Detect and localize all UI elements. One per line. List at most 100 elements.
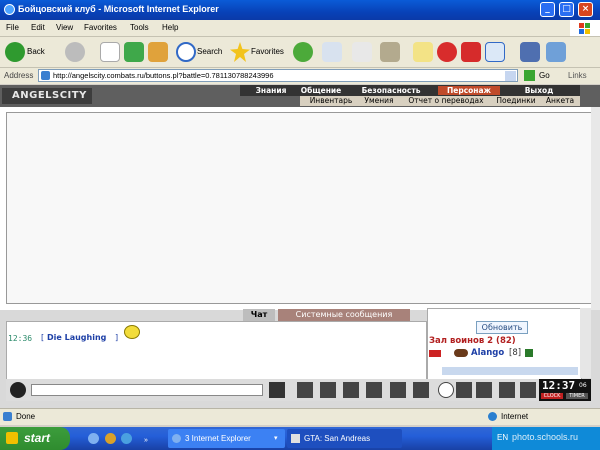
logo-area: ANGELSCITY — [2, 88, 92, 104]
send-icon[interactable] — [269, 382, 285, 398]
home-icon[interactable] — [148, 42, 168, 62]
player-info-icon[interactable] — [525, 349, 533, 357]
nav-obshchenie[interactable]: Общение — [296, 86, 346, 95]
search-icon[interactable] — [176, 42, 196, 62]
menu-edit[interactable]: Edit — [31, 23, 45, 32]
menu-tools[interactable]: Tools — [130, 23, 149, 32]
address-dropdown-icon[interactable] — [505, 71, 516, 81]
chat-bracket-close: ] — [115, 333, 119, 342]
quicklaunch-desktop-icon[interactable] — [121, 433, 132, 444]
lock-icon[interactable] — [456, 382, 472, 398]
side-h-scrollbar[interactable] — [442, 367, 578, 375]
eraser-icon[interactable] — [297, 382, 313, 398]
status-text: Done — [16, 412, 36, 421]
task-internet-explorer[interactable]: 3 Internet Explorer ▾ — [168, 429, 285, 448]
site-header: ANGELSCITY Знания Общение Безопасность П… — [0, 85, 600, 107]
menu-view[interactable]: View — [56, 23, 73, 32]
side-v-scrollbar[interactable] — [580, 308, 591, 378]
messenger-icon[interactable] — [485, 42, 505, 62]
search-label[interactable]: Search — [197, 47, 222, 56]
quicklaunch-more-icon[interactable]: » — [144, 437, 148, 444]
chat-log: 12:36 [ Die Laughing ] — [6, 321, 427, 381]
language-indicator[interactable]: EN — [497, 433, 508, 442]
chat-input[interactable] — [31, 384, 263, 396]
quicklaunch-media-icon[interactable] — [105, 433, 116, 444]
red-app-icon[interactable] — [461, 42, 481, 62]
hand-icon[interactable] — [413, 382, 429, 398]
forward-arrow-icon[interactable] — [65, 42, 85, 62]
clock-time: 12:37 — [542, 379, 576, 392]
menu-bar: File Edit View Favorites Tools Help — [0, 20, 600, 37]
address-label: Address — [4, 71, 34, 80]
arrow-icon — [429, 350, 441, 357]
nav-bezopasnost[interactable]: Безопасность — [350, 86, 432, 95]
clock-date: 06 — [579, 382, 587, 389]
nav-umeniya[interactable]: Умения — [360, 96, 398, 105]
close-button[interactable]: × — [578, 2, 593, 17]
maximize-button[interactable]: □ — [559, 2, 574, 17]
go-button[interactable]: Go — [539, 71, 550, 80]
back-arrow-icon[interactable] — [5, 42, 25, 62]
ie-logo-icon — [4, 4, 15, 15]
back-label[interactable]: Back — [27, 47, 45, 56]
globe-icon — [488, 412, 497, 421]
minimize-button[interactable]: _ — [540, 2, 555, 17]
clock-badge: CLOCK — [541, 393, 563, 399]
address-input[interactable]: http://angelscity.combats.ru/buttons.pl?… — [38, 69, 518, 82]
edit-icon[interactable] — [380, 42, 400, 62]
bag-icon[interactable] — [499, 382, 515, 398]
links-label[interactable]: Links — [568, 71, 587, 80]
nav-znaniya[interactable]: Знания — [248, 86, 294, 95]
menu-favorites[interactable]: Favorites — [84, 23, 117, 32]
chat-username[interactable]: Die Laughing — [47, 333, 106, 342]
status-bar: Done Internet — [0, 408, 600, 425]
smiley-icon[interactable] — [438, 382, 454, 398]
fighter-icon[interactable] — [366, 382, 382, 398]
quicklaunch-ie-icon[interactable] — [88, 433, 99, 444]
nav-inventar[interactable]: Инвентарь — [305, 96, 357, 105]
taskbar: start » 3 Internet Explorer ▾ GTA: San A… — [0, 427, 600, 450]
nav-poedinki[interactable]: Поединки — [492, 96, 540, 105]
nav-otchet[interactable]: Отчет о переводах — [402, 96, 490, 105]
favorites-star-icon[interactable] — [230, 42, 250, 62]
refresh-icon[interactable] — [124, 42, 144, 62]
users-icon[interactable] — [546, 42, 566, 62]
task-ie-label: 3 Internet Explorer — [185, 434, 251, 443]
history-icon[interactable] — [293, 42, 313, 62]
address-bar: Address http://angelscity.combats.ru/but… — [0, 68, 600, 84]
windows-logo-icon — [570, 20, 600, 36]
exit-icon[interactable] — [520, 382, 536, 398]
timer-badge: TIMER — [566, 393, 588, 399]
task-gta-label: GTA: San Andreas — [304, 434, 371, 443]
beast-icon — [454, 349, 468, 357]
nav-anketa[interactable]: Анкета — [542, 96, 578, 105]
window-title: Бойцовский клуб - Microsoft Internet Exp… — [18, 4, 219, 14]
site-logo: ANGELSCITY — [12, 90, 87, 101]
money-bag-icon[interactable] — [476, 382, 492, 398]
nav-personazh[interactable]: Персонаж — [438, 86, 500, 95]
research-icon[interactable] — [520, 42, 540, 62]
favorites-label[interactable]: Favorites — [251, 47, 284, 56]
stop-icon[interactable] — [100, 42, 120, 62]
mail-icon[interactable] — [322, 42, 342, 62]
player-name[interactable]: Alango — [471, 348, 504, 358]
filter-icon[interactable] — [320, 382, 336, 398]
go-arrow-icon[interactable] — [524, 70, 535, 81]
page-scrollbar[interactable] — [591, 107, 600, 310]
nav-vykhod[interactable]: Выход — [504, 86, 574, 95]
stop-sign-icon[interactable] — [437, 42, 457, 62]
start-button[interactable]: start — [0, 427, 70, 450]
menu-help[interactable]: Help — [162, 23, 178, 32]
task-gta[interactable]: GTA: San Andreas — [287, 429, 402, 448]
notes-icon[interactable] — [413, 42, 433, 62]
save-icon[interactable] — [343, 382, 359, 398]
battle-frame — [6, 112, 593, 304]
chat-voice-icon[interactable] — [10, 382, 26, 398]
menu-file[interactable]: File — [6, 23, 19, 32]
refresh-button[interactable]: Обновить — [476, 321, 528, 334]
tab-system-messages[interactable]: Системные сообщения — [278, 309, 410, 321]
tab-chat[interactable]: Чат — [243, 309, 275, 321]
swords-icon[interactable] — [390, 382, 406, 398]
print-icon[interactable] — [352, 42, 372, 62]
laughing-smiley-icon — [124, 325, 140, 339]
